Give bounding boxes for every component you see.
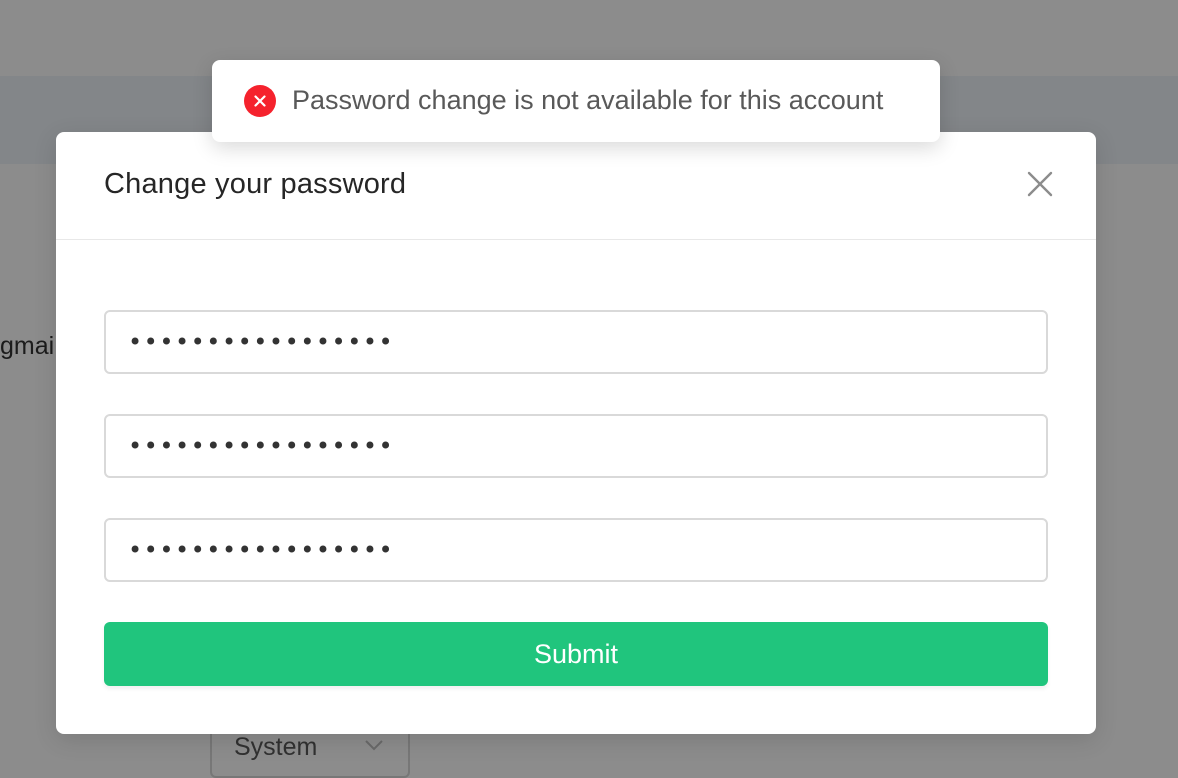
error-circle-icon	[244, 85, 276, 117]
confirm-password-field[interactable]	[104, 518, 1048, 582]
change-password-modal: Change your password Submit	[56, 132, 1096, 734]
modal-header: Change your password	[56, 132, 1096, 240]
toast-message: Password change is not available for thi…	[292, 85, 884, 115]
modal-title: Change your password	[104, 168, 407, 200]
error-toast: Password change is not available for thi…	[212, 60, 940, 142]
new-password-field[interactable]	[104, 414, 1048, 478]
close-icon	[1027, 171, 1053, 197]
submit-button[interactable]: Submit	[104, 622, 1048, 686]
current-password-field[interactable]	[104, 310, 1048, 374]
close-button[interactable]	[1024, 168, 1056, 200]
